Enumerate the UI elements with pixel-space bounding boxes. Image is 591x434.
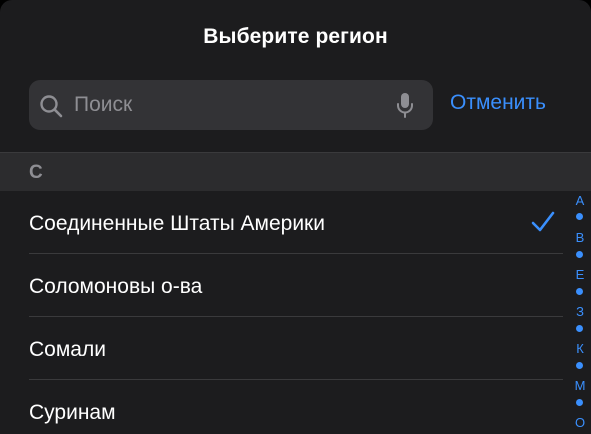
region-label: Суринам: [29, 401, 116, 424]
list-item-region[interactable]: Соединенные Штаты Америки: [0, 191, 591, 254]
index-dot[interactable]: [576, 288, 583, 295]
list-item-region[interactable]: Соломоновы о-ва: [0, 254, 591, 317]
region-picker-sheet: Выберите регион Отменить С Соединенные Ш…: [0, 0, 591, 434]
section-header: С: [0, 153, 591, 191]
index-dot[interactable]: [576, 325, 583, 332]
microphone-icon[interactable]: [395, 92, 415, 119]
index-dot[interactable]: [576, 399, 583, 406]
region-list: Соединенные Штаты Америки Соломоновы о-в…: [0, 191, 591, 434]
search-field[interactable]: [29, 80, 433, 130]
list-item-region[interactable]: Сомали: [0, 317, 591, 380]
index-letter[interactable]: З: [569, 304, 591, 319]
list-item-region[interactable]: Суринам: [0, 380, 591, 434]
region-label: Сомали: [29, 338, 106, 361]
region-label: Соломоновы о-ва: [29, 275, 203, 298]
index-letter[interactable]: О: [569, 415, 591, 430]
index-letter[interactable]: А: [569, 193, 591, 208]
index-letter[interactable]: М: [569, 378, 591, 393]
index-letter[interactable]: В: [569, 230, 591, 245]
search-icon: [40, 95, 63, 118]
section-letter: С: [29, 162, 43, 183]
checkmark-icon: [531, 211, 555, 232]
index-letter[interactable]: Е: [569, 267, 591, 282]
index-dot[interactable]: [576, 213, 583, 220]
cancel-button[interactable]: Отменить: [450, 91, 546, 115]
region-label: Соединенные Штаты Америки: [29, 212, 325, 235]
index-letter[interactable]: К: [569, 341, 591, 356]
section-index[interactable]: А В Е З К М О: [569, 192, 591, 434]
search-input[interactable]: [74, 80, 374, 130]
sheet-title: Выберите регион: [203, 25, 388, 48]
index-dot[interactable]: [576, 251, 583, 258]
index-dot[interactable]: [576, 362, 583, 369]
